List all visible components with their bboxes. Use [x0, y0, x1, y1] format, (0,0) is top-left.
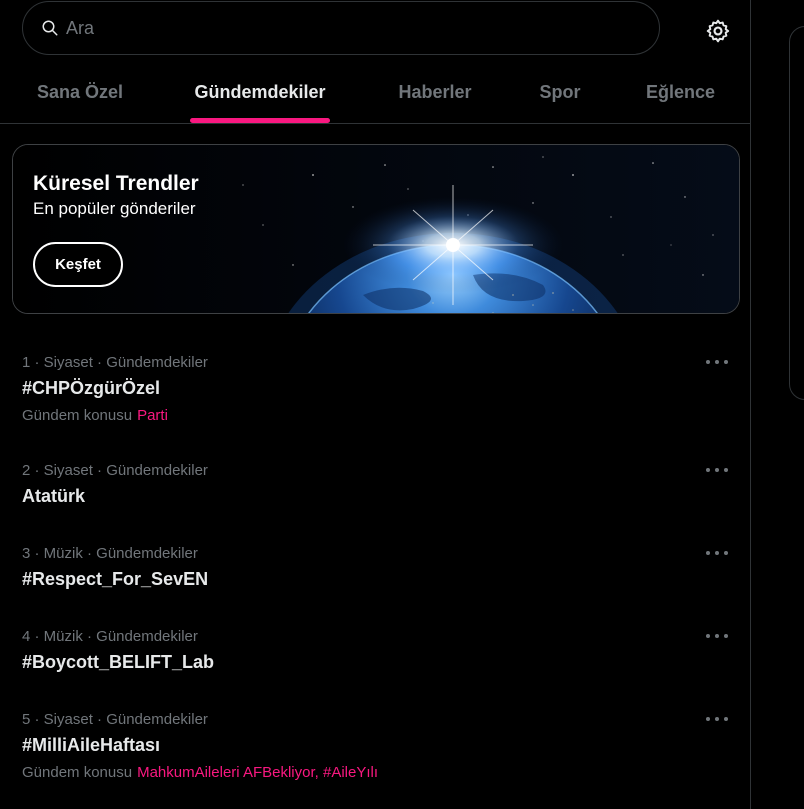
banner-subtitle: En popüler gönderiler	[33, 199, 196, 218]
earth-space-image	[13, 145, 739, 313]
trend-meta: 2 · Siyaset · Gündemdekiler	[22, 462, 208, 479]
more-horizontal-icon[interactable]	[706, 357, 728, 367]
search-icon	[42, 20, 58, 36]
search-header	[0, 0, 751, 60]
tab-haberler[interactable]: Haberler	[360, 60, 510, 124]
trend-context-label: Gündem konusu	[22, 407, 133, 424]
trend-context-link[interactable]: Parti	[137, 407, 168, 424]
trend-context-label: Gündem konusu	[22, 764, 133, 781]
global-trends-banner[interactable]: Küresel Trendler En popüler gönderiler K…	[12, 144, 740, 314]
more-horizontal-icon[interactable]	[706, 631, 728, 641]
trend-item[interactable]: 2 · Siyaset · Gündemdekiler Atatürk	[0, 448, 751, 528]
sidebar-card	[789, 26, 804, 400]
explore-button[interactable]: Keşfet	[33, 242, 123, 287]
trend-meta: 4 · Müzik · Gündemdekiler	[22, 628, 198, 645]
trend-name: #MilliAileHaftası	[22, 735, 161, 755]
more-horizontal-icon[interactable]	[706, 548, 728, 558]
tab-label: Eğlence	[645, 81, 716, 102]
banner-title: Küresel Trendler	[33, 172, 199, 195]
tab-eglence[interactable]: Eğlence	[610, 60, 751, 124]
trend-item[interactable]: 4 · Müzik · Gündemdekiler #Boycott_BELIF…	[0, 614, 751, 694]
trend-meta: 1 · Siyaset · Gündemdekiler	[22, 354, 208, 371]
more-horizontal-icon[interactable]	[706, 714, 728, 724]
tab-spor[interactable]: Spor	[510, 60, 610, 124]
explore-column: Sana Özel Gündemdekiler Haberler Spor Eğ…	[0, 0, 751, 809]
tab-gundemdekiler[interactable]: Gündemdekiler	[160, 60, 360, 124]
trend-name: Atatürk	[22, 486, 86, 506]
trend-context-link[interactable]: MahkumAileleri AFBekliyor, #AileYılı	[137, 764, 378, 781]
trend-meta: 3 · Müzik · Gündemdekiler	[22, 545, 198, 562]
tab-bar: Sana Özel Gündemdekiler Haberler Spor Eğ…	[0, 60, 751, 124]
tab-sana-ozel[interactable]: Sana Özel	[0, 60, 160, 124]
active-tab-indicator	[190, 118, 330, 123]
right-sidebar	[751, 0, 804, 809]
trend-context: Gündem konusu Parti	[22, 407, 168, 424]
trend-name: #Boycott_BELIFT_Lab	[22, 652, 215, 672]
more-horizontal-icon[interactable]	[706, 465, 728, 475]
trend-item[interactable]: 5 · Siyaset · Gündemdekiler #MilliAileHa…	[0, 697, 751, 797]
trend-context: Gündem konusu MahkumAileleri AFBekliyor, …	[22, 764, 378, 781]
trend-name: #CHPÖzgürÖzel	[22, 378, 161, 398]
tab-label: Spor	[539, 81, 581, 102]
tab-label: Haberler	[398, 81, 472, 102]
trend-item[interactable]: 3 · Müzik · Gündemdekiler #Respect_For_S…	[0, 531, 751, 611]
trend-item[interactable]: 1 · Siyaset · Gündemdekiler #CHPÖzgürÖze…	[0, 340, 751, 440]
search-bar[interactable]	[22, 1, 660, 55]
tab-label: Sana Özel	[36, 81, 124, 102]
tab-label: Gündemdekiler	[194, 81, 326, 102]
trend-meta: 5 · Siyaset · Gündemdekiler	[22, 711, 208, 728]
trend-name: #Respect_For_SevEN	[22, 569, 209, 589]
gear-icon[interactable]	[705, 18, 731, 44]
search-input[interactable]	[66, 17, 626, 39]
